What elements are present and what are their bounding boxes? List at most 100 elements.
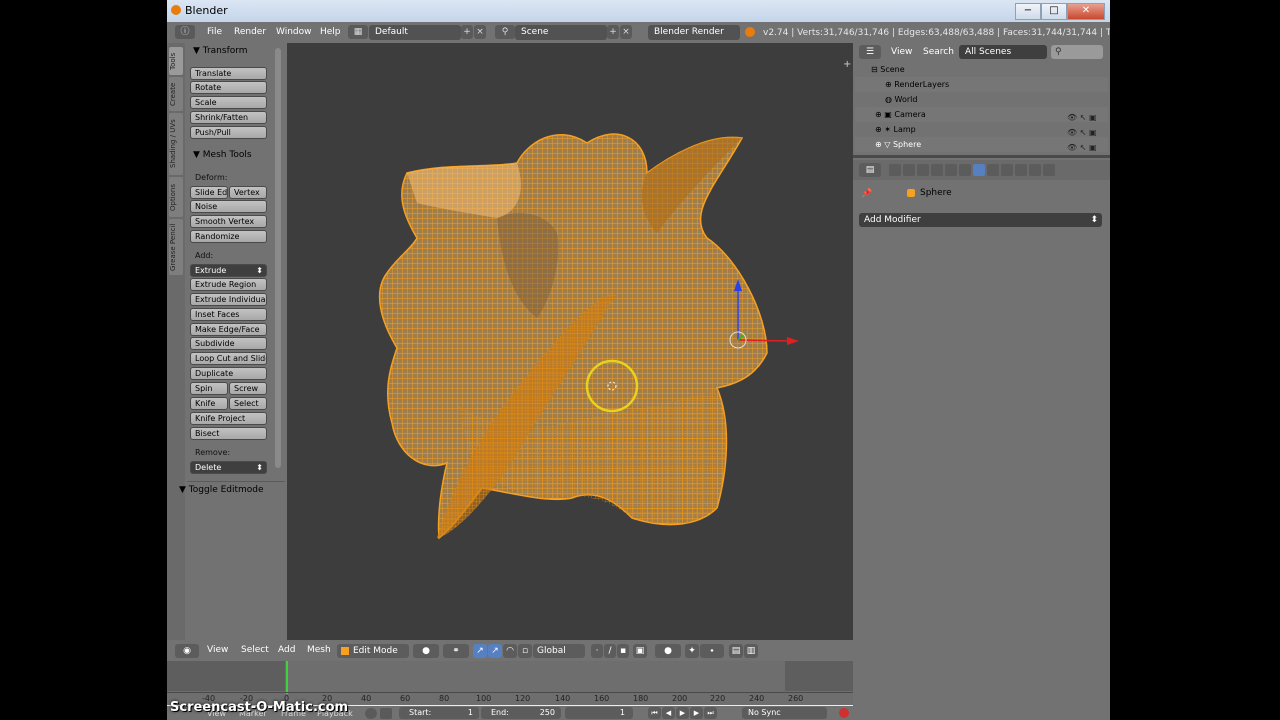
mesh-tools-panel-header[interactable]: ▼ Mesh Tools <box>193 150 252 160</box>
outliner-editor-type-icon[interactable]: ☰ <box>859 45 881 59</box>
menu-help[interactable]: Help <box>320 27 341 37</box>
scale-button[interactable]: Scale <box>190 96 267 109</box>
scene-icon[interactable]: ⚲ <box>495 25 515 39</box>
render-layers-tab-icon[interactable] <box>903 164 915 176</box>
snap-element-dropdown[interactable]: ⬩ <box>700 644 724 658</box>
add-layout-icon[interactable]: + <box>461 25 473 39</box>
tab-shading-uvs[interactable]: Shading / UVs <box>169 113 183 175</box>
minimize-button[interactable]: − <box>1015 3 1041 20</box>
opengl-anim-icon[interactable]: ▥ <box>744 644 758 658</box>
menu-render[interactable]: Render <box>234 27 266 37</box>
play-icon[interactable]: ▶ <box>676 707 689 719</box>
menu-window[interactable]: Window <box>276 27 312 37</box>
subdivide-button[interactable]: Subdivide <box>190 337 267 350</box>
outliner-row-renderlayers[interactable]: ⊕ RenderLayers <box>855 77 1108 92</box>
outliner-menu-search[interactable]: Search <box>923 47 954 57</box>
properties-toggle-icon[interactable]: + <box>843 59 851 70</box>
remove-layout-icon[interactable]: × <box>474 25 486 39</box>
menu-view[interactable]: View <box>207 645 228 655</box>
orientation-dropdown[interactable]: Global <box>533 644 585 658</box>
current-frame-field[interactable]: 1 <box>565 707 633 719</box>
properties-editor-type-icon[interactable]: ▤ <box>859 163 881 177</box>
duplicate-button[interactable]: Duplicate <box>190 367 267 380</box>
modifiers-tab-icon[interactable] <box>973 164 985 176</box>
knife-project-button[interactable]: Knife Project <box>190 412 267 425</box>
outliner-search-field[interactable]: ⚲ <box>1051 45 1103 59</box>
pivot-dropdown[interactable]: ⚭ <box>443 644 469 658</box>
prev-keyframe-icon[interactable]: ◀ <box>662 707 675 719</box>
inset-faces-button[interactable]: Inset Faces <box>190 308 267 321</box>
menu-select[interactable]: Select <box>241 645 269 655</box>
screen-layout-icon[interactable]: ▦ <box>348 25 368 39</box>
record-icon[interactable] <box>839 708 849 718</box>
limit-selection-icon[interactable]: ▣ <box>633 644 647 658</box>
face-select-icon[interactable]: ▪ <box>617 644 629 658</box>
scale-manipulator-icon[interactable]: ▫ <box>518 644 532 658</box>
jump-end-icon[interactable]: ⏭ <box>704 707 717 719</box>
rotate-button[interactable]: Rotate <box>190 81 267 94</box>
proportional-edit-dropdown[interactable]: ● <box>655 644 681 658</box>
outliner-menu-view[interactable]: View <box>891 47 912 57</box>
visibility-icons[interactable]: 👁 ↖ ▣ 👁 ↖ ▣ 👁 ↖ ▣ <box>1067 110 1097 155</box>
loop-cut-slide-button[interactable]: Loop Cut and Slide <box>190 352 267 365</box>
viewport-shading-dropdown[interactable]: ● <box>413 644 439 658</box>
push-pull-button[interactable]: Push/Pull <box>190 126 267 139</box>
outliner-row-scene[interactable]: ⊟ Scene <box>855 62 1108 77</box>
add-scene-icon[interactable]: + <box>607 25 619 39</box>
particles-tab-icon[interactable] <box>1029 164 1041 176</box>
pin-icon[interactable]: 📌 <box>861 189 872 199</box>
render-engine-dropdown[interactable]: Blender Render <box>648 25 740 40</box>
constraints-tab-icon[interactable] <box>959 164 971 176</box>
maximize-button[interactable]: □ <box>1041 3 1067 20</box>
render-tab-icon[interactable] <box>889 164 901 176</box>
translate-manipulator-icon[interactable]: ↗ <box>488 644 502 658</box>
menu-add[interactable]: Add <box>278 645 295 655</box>
end-frame-field[interactable]: End: 250 <box>481 707 561 719</box>
physics-tab-icon[interactable] <box>1043 164 1055 176</box>
extrude-region-button[interactable]: Extrude Region <box>190 278 267 291</box>
make-edge-face-button[interactable]: Make Edge/Face <box>190 323 267 336</box>
vertex-select-icon[interactable]: · <box>591 644 603 658</box>
manipulator-toggle-icon[interactable]: ↗ <box>473 644 487 658</box>
menu-file[interactable]: File <box>207 27 222 37</box>
bisect-button[interactable]: Bisect <box>190 427 267 440</box>
shrink-fatten-button[interactable]: Shrink/Fatten <box>190 111 267 124</box>
add-modifier-dropdown[interactable]: Add Modifier ⬍ <box>859 213 1102 227</box>
transform-panel-header[interactable]: ▼ Transform <box>193 46 248 56</box>
scene-tab-icon[interactable] <box>917 164 929 176</box>
tool-shelf-scrollbar[interactable] <box>275 48 281 468</box>
smooth-vertex-button[interactable]: Smooth Vertex <box>190 215 267 228</box>
editor-type-icon[interactable]: ◉ <box>175 644 199 658</box>
snap-toggle-icon[interactable]: ✦ <box>685 644 699 658</box>
menu-mesh[interactable]: Mesh <box>307 645 331 655</box>
keying-set-icon[interactable] <box>365 708 377 719</box>
scene-dropdown[interactable]: Scene <box>515 25 607 40</box>
remove-scene-icon[interactable]: × <box>620 25 632 39</box>
start-frame-field[interactable]: Start: 1 <box>399 707 479 719</box>
tab-options[interactable]: Options <box>169 177 183 217</box>
outliner-row-world[interactable]: ◍ World <box>855 92 1108 107</box>
randomize-button[interactable]: Randomize <box>190 230 267 243</box>
layout-dropdown[interactable]: Default <box>369 25 461 40</box>
opengl-render-icon[interactable]: ▤ <box>729 644 743 658</box>
slide-vertex-button[interactable]: Vertex <box>229 186 267 199</box>
tab-grease-pencil[interactable]: Grease Pencil <box>169 219 183 275</box>
material-tab-icon[interactable] <box>1001 164 1013 176</box>
data-tab-icon[interactable] <box>987 164 999 176</box>
world-tab-icon[interactable] <box>931 164 943 176</box>
object-tab-icon[interactable] <box>945 164 957 176</box>
close-window-button[interactable]: ✕ <box>1067 3 1105 20</box>
3d-viewport[interactable]: + <box>287 43 853 640</box>
knife-button[interactable]: Knife <box>190 397 228 410</box>
lock-icon[interactable] <box>380 708 392 719</box>
delete-dropdown[interactable]: Delete ⬍ <box>190 461 267 474</box>
extrude-individual-button[interactable]: Extrude Individual <box>190 293 267 306</box>
slide-edge-button[interactable]: Slide Ed <box>190 186 228 199</box>
screw-button[interactable]: Screw <box>229 382 267 395</box>
sync-mode-dropdown[interactable]: No Sync <box>742 707 827 719</box>
translate-button[interactable]: Translate <box>190 67 267 80</box>
tab-tools[interactable]: Tools <box>169 47 183 75</box>
outliner-filter-dropdown[interactable]: All Scenes <box>959 45 1047 59</box>
toggle-editmode-panel[interactable]: ▼ Toggle Editmode <box>179 485 264 495</box>
jump-start-icon[interactable]: ⏮ <box>648 707 661 719</box>
